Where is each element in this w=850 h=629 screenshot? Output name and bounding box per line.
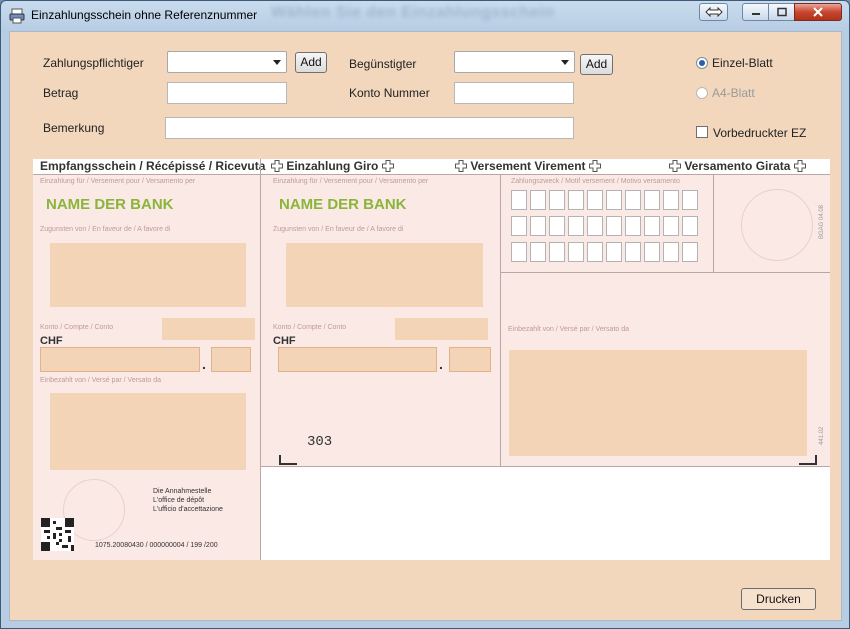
receipt-payer-field[interactable] [50,393,246,470]
swap-arrows-icon [704,7,723,17]
giro-account-field[interactable] [395,318,488,340]
giro-beneficiary-field[interactable] [286,243,483,307]
swiss-cross-icon [669,160,681,172]
corner-mark-left [279,455,297,465]
receipt-office: Die Annahmestelle L'office de dépôt L'uf… [153,487,223,514]
payment-slip: Empfangsschein / Récépissé / Ricevuta Ei… [33,159,830,560]
add-payer-button[interactable]: Add [295,52,327,73]
dialog-content: Zahlungspflichtiger Add Begünstigter Add… [9,31,842,621]
header-girata: Versamento Girata [684,159,791,173]
single-sheet-label[interactable]: Einzel-Blatt [712,56,773,70]
office-line-1: Die Annahmestelle [153,488,212,495]
stamp-circle-right [741,189,813,261]
giro-paid-by: Einbezahlt von / Versé par / Versato da [508,326,630,333]
footer-code: 1075.20080430 / 000000004 / 199 /200 [95,542,218,549]
header-girata-group: Versamento Girata [669,159,806,174]
print-button[interactable]: Drucken [741,588,816,610]
giro-account-label: Konto / Compte / Conto [273,324,347,331]
side-code-bottom: 441.02 [819,426,825,445]
code-303: 303 [307,434,333,450]
swiss-cross-icon [793,160,806,172]
amount-label: Betrag [43,86,79,100]
giro-payer-field[interactable] [509,350,807,456]
purpose-bottom-line [500,272,830,273]
maximize-button[interactable] [768,3,795,21]
a4-sheet-radio[interactable] [696,87,708,99]
office-line-3: L'ufficio d'accettazione [153,506,223,513]
header-giro-group: Einzahlung Giro [271,159,394,174]
a4-sheet-label[interactable]: A4-Blatt [712,86,755,100]
slip-bottom-line [261,466,830,467]
header-virement: Versement Virement [470,159,586,173]
receipt-currency: CHF [40,335,63,347]
close-button[interactable] [794,3,842,21]
close-icon [813,7,823,17]
office-line-2: L'office de dépôt [153,497,205,504]
single-sheet-radio[interactable] [696,57,708,69]
add-beneficiary-button[interactable]: Add [580,54,613,75]
remark-input[interactable] [165,117,574,139]
swiss-cross-icon [588,160,601,172]
qr-code-icon [41,518,74,551]
dropdown-arrow-icon[interactable] [273,60,281,65]
receipt-divider [260,159,261,560]
payer-combobox[interactable] [167,51,287,73]
purpose-label: Zahlungszweck / Motif versement / Motivo… [511,178,680,185]
giro-deposit-for: Einzahlung für / Versement pour / Versam… [273,178,429,185]
payer-label: Zahlungspflichtiger [43,56,144,70]
title-bar[interactable]: Einzahlungsschein ohne Referenznummer Wä… [1,1,849,31]
amount-input[interactable] [167,82,287,104]
receipt-amount-cents-field[interactable] [211,347,251,372]
giro-decimal-point: . [439,356,443,372]
beneficiary-label: Begünstigter [349,57,417,71]
corner-mark-right [799,455,817,465]
header-virement-group: Versement Virement [455,159,601,174]
side-code-top: BGAG 04.08 [819,204,825,239]
receipt-beneficiary-field[interactable] [50,243,246,307]
swiss-cross-icon [271,160,283,172]
printer-icon [9,8,25,24]
header-receipt: Empfangsschein / Récépissé / Ricevuta [40,159,266,173]
remark-label: Bemerkung [43,121,105,135]
receipt-in-favour: Zugunsten von / En faveur de / A favore … [40,226,171,233]
giro-amount-francs-field[interactable] [278,347,437,372]
minimize-icon [751,13,760,15]
header-divider [33,174,830,175]
header-giro: Einzahlung Giro [286,159,379,173]
purpose-divider [500,174,501,466]
account-number-input[interactable] [454,82,574,104]
preprinted-label[interactable]: Vorbedruckter EZ [713,126,806,140]
receipt-account-label: Konto / Compte / Conto [40,324,114,331]
giro-bank-name: NAME DER BANK [279,196,407,213]
blurred-heading: Wählen Sie den Einzahlungsschein [271,4,555,21]
swiss-cross-icon [381,160,394,172]
minimize-button[interactable] [742,3,769,21]
dialog-window: Einzahlungsschein ohne Referenznummer Wä… [0,0,850,629]
preprinted-checkbox[interactable] [696,126,708,138]
receipt-account-field[interactable] [162,318,255,340]
receipt-deposit-for: Einzahlung für / Versement pour / Versam… [40,178,196,185]
giro-currency: CHF [273,335,296,347]
receipt-decimal-point: . [202,356,206,372]
swiss-cross-icon [455,160,467,172]
giro-amount-cents-field[interactable] [449,347,491,372]
window-title: Einzahlungsschein ohne Referenznummer [31,8,258,22]
receipt-bank-name: NAME DER BANK [46,196,174,213]
account-number-label: Konto Nummer [349,86,430,100]
receipt-paid-by: Einbezahlt von / Versé par / Versato da [40,377,162,384]
stamp-divider [713,174,714,272]
giro-in-favour: Zugunsten von / En faveur de / A favore … [273,226,404,233]
swap-button[interactable] [699,3,728,21]
dropdown-arrow-icon[interactable] [561,60,569,65]
beneficiary-combobox[interactable] [454,51,575,73]
receipt-amount-francs-field[interactable] [40,347,200,372]
maximize-icon [776,7,787,17]
